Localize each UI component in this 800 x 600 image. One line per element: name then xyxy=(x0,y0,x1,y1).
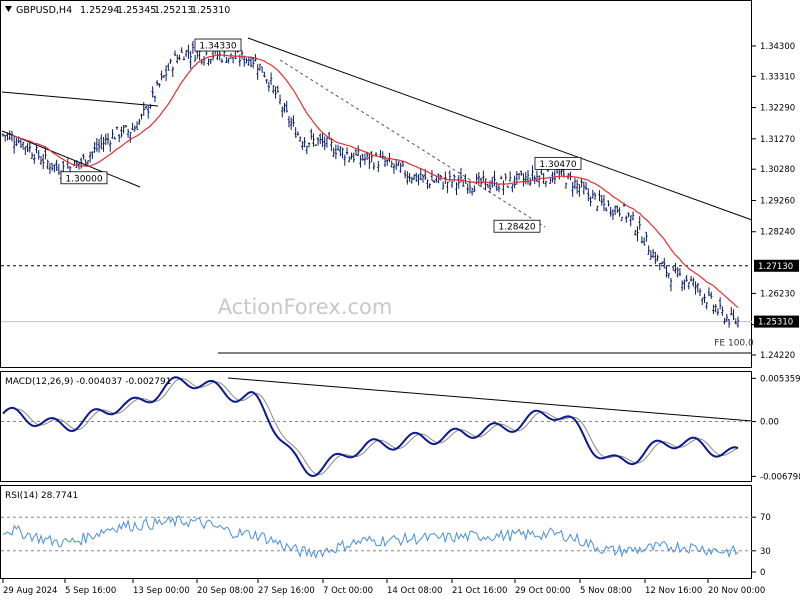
annotation-label: 1.30000 xyxy=(60,171,108,184)
svg-text:1.28420: 1.28420 xyxy=(498,223,535,233)
macd-tick-label: -0.006798 xyxy=(760,472,800,482)
x-tick-label: 7 Oct 00:00 xyxy=(323,586,373,596)
price-tick-label: 1.34300 xyxy=(760,42,795,52)
header-symbol: GBPUSD,H4 xyxy=(16,5,72,16)
svg-text:1.30470: 1.30470 xyxy=(539,160,576,170)
header-open: 1.25294 xyxy=(80,5,119,16)
svg-text:1.34330: 1.34330 xyxy=(199,42,236,52)
macd-panel-frame xyxy=(0,371,752,482)
x-tick-label: 20 Sep 08:00 xyxy=(197,586,254,596)
price-level-label: 1.27130 xyxy=(758,262,793,272)
macd-label: MACD(12,26,9) -0.004037 -0.002791 xyxy=(5,377,171,387)
x-axis: 29 Aug 2024 5 Sep 16:00 13 Sep 00:00 20 Sep… xyxy=(2,579,765,596)
price-tick-label: 1.32290 xyxy=(760,104,795,114)
price-tick-label: 1.28240 xyxy=(760,228,795,238)
rsi-tick-label: 70 xyxy=(760,513,771,523)
chart-canvas: ActionForex.com GBPUSD,H4 1.25294 1.2534… xyxy=(0,0,800,596)
price-header: GBPUSD,H4 1.25294 1.25345 1.25213 1.2531… xyxy=(5,5,230,16)
annotation-label: 1.34330 xyxy=(194,38,242,52)
price-tick-label: 1.31270 xyxy=(760,135,795,145)
x-tick-label: 29 Aug 2024 xyxy=(3,586,57,596)
rsi-tick-label: 0 xyxy=(760,568,765,578)
annotation-label: FE 100.0 xyxy=(714,338,754,348)
header-low: 1.25213 xyxy=(154,5,193,16)
price-axis: 1.34300 1.33310 1.32290 1.31270 1.30280 1.292… xyxy=(752,42,799,361)
x-tick-label: 20 Nov 00:00 xyxy=(708,586,765,596)
header-high: 1.25345 xyxy=(117,5,156,16)
rsi-panel-frame xyxy=(0,485,752,579)
price-tick-label: 1.24220 xyxy=(760,351,795,361)
rsi-label: RSI(14) 28.7741 xyxy=(5,491,78,501)
annotation-label: 1.30470 xyxy=(534,156,582,170)
x-tick-label: 27 Sep 16:00 xyxy=(258,586,315,596)
x-tick-label: 29 Oct 00:00 xyxy=(515,586,570,596)
macd-tick-label: 0.005359 xyxy=(760,374,800,384)
annotation-label: 1.28420 xyxy=(493,219,541,233)
price-tick-label: 1.29260 xyxy=(760,196,795,206)
x-tick-label: 12 Nov 16:00 xyxy=(645,586,702,596)
svg-text:FE 100.0: FE 100.0 xyxy=(714,338,754,348)
watermark: ActionForex.com xyxy=(218,295,393,319)
header-close: 1.25310 xyxy=(191,5,230,16)
macd-tick-label: 0.00 xyxy=(760,418,779,428)
rsi-tick-label: 30 xyxy=(760,547,771,557)
x-tick-label: 21 Oct 16:00 xyxy=(452,586,507,596)
price-tick-label: 1.26230 xyxy=(760,289,795,299)
price-tick-label: 1.30280 xyxy=(760,165,795,175)
price-level-label: 1.25310 xyxy=(758,318,793,328)
x-tick-label: 5 Sep 16:00 xyxy=(65,586,116,596)
x-tick-label: 13 Sep 00:00 xyxy=(133,586,190,596)
price-tick-label: 1.33310 xyxy=(760,72,795,82)
x-tick-label: 5 Nov 08:00 xyxy=(580,586,632,596)
x-tick-label: 14 Oct 08:00 xyxy=(387,586,442,596)
svg-text:1.30000: 1.30000 xyxy=(65,174,102,184)
